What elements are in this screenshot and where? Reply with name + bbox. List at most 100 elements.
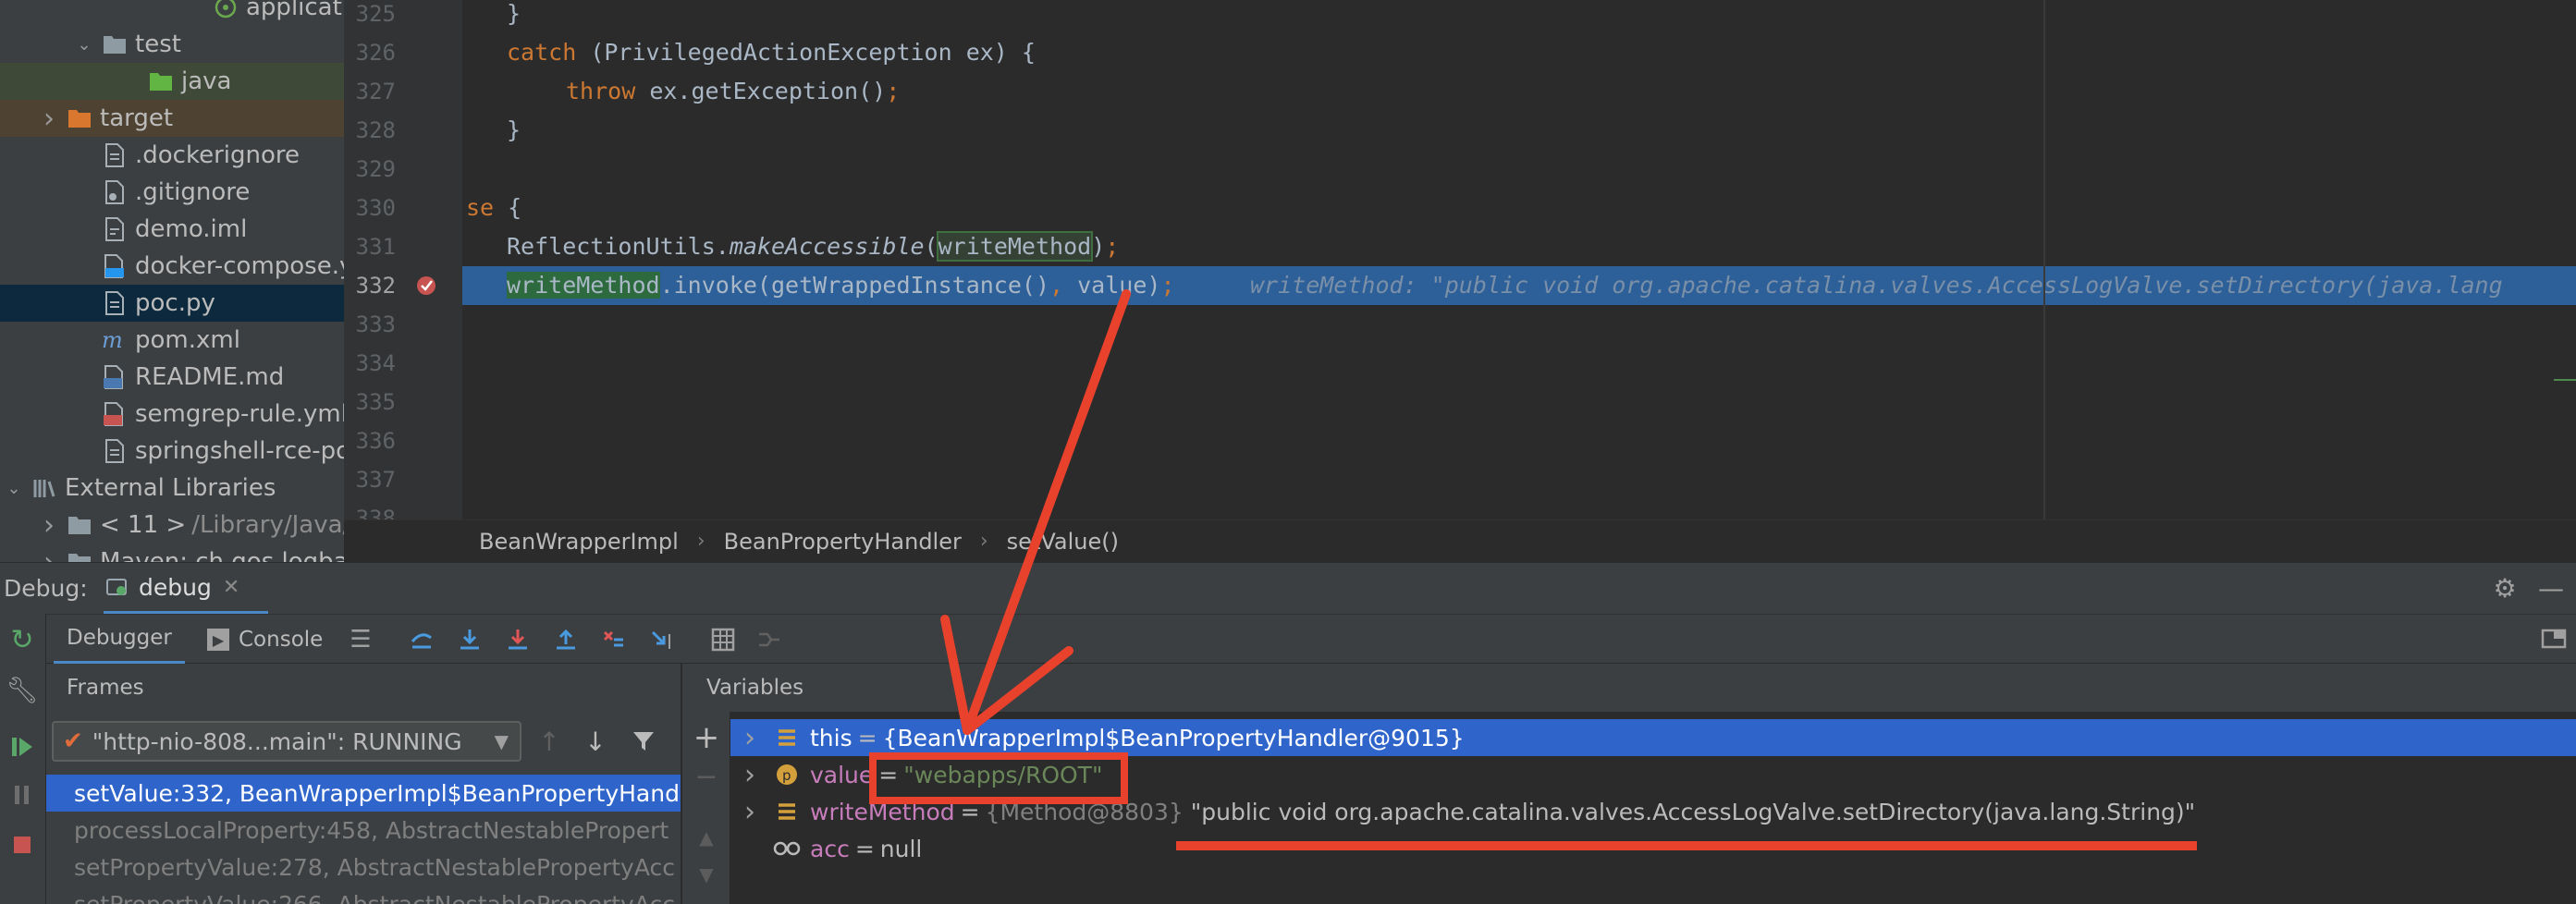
- chevron-right-icon[interactable]: ›: [39, 509, 59, 542]
- code-line[interactable]: [462, 344, 2576, 383]
- move-up-icon[interactable]: ▲: [690, 821, 723, 854]
- code-text: catch (PrivilegedActionException ex) {: [507, 39, 1036, 66]
- tree-item[interactable]: .gitignore: [0, 174, 344, 211]
- editor-gutter[interactable]: 325 326 327 328 329 330 331 332 333 334 335 336 337 3…: [344, 0, 462, 531]
- tree-item[interactable]: java: [0, 63, 344, 100]
- chevron-down-icon[interactable]: ⌄: [74, 34, 94, 55]
- tree-item[interactable]: › Maven: ch.qos.logba: [0, 544, 344, 562]
- tree-item[interactable]: README.md: [0, 359, 344, 396]
- move-down-icon[interactable]: ▼: [690, 858, 723, 891]
- close-icon[interactable]: ✕: [223, 576, 239, 599]
- code-line[interactable]: se {: [462, 189, 2576, 227]
- chevron-right-icon[interactable]: ›: [738, 722, 762, 754]
- code-line[interactable]: [462, 460, 2576, 499]
- stop-icon[interactable]: [4, 826, 41, 863]
- code-line[interactable]: ReflectionUtils.makeAccessible(writeMeth…: [462, 227, 2576, 266]
- code-line[interactable]: [462, 305, 2576, 344]
- tree-item[interactable]: docker-compose.yml: [0, 248, 344, 285]
- right-margin-guide: [2043, 0, 2045, 519]
- line-number: 328: [355, 117, 396, 143]
- chevron-right-icon[interactable]: ›: [738, 759, 762, 791]
- remove-watch-icon[interactable]: −: [690, 760, 723, 793]
- frame-item[interactable]: setPropertyValue:266, AbstractNestablePr…: [46, 886, 681, 904]
- restore-layout-icon[interactable]: [2535, 621, 2572, 658]
- frame-item[interactable]: setValue:332, BeanWrapperImpl$BeanProper…: [46, 775, 681, 812]
- frame-item[interactable]: setPropertyValue:278, AbstractNestablePr…: [46, 849, 681, 886]
- code-line[interactable]: }: [462, 0, 2576, 33]
- code-line[interactable]: [462, 421, 2576, 460]
- resume-program-icon[interactable]: [4, 728, 41, 765]
- debug-title: Debug:: [4, 575, 88, 602]
- previous-frame-icon[interactable]: ↑: [533, 725, 566, 758]
- filter-icon[interactable]: [627, 725, 660, 758]
- docker-compose-icon: [102, 253, 128, 279]
- evaluate-expression-icon[interactable]: [705, 621, 742, 658]
- execution-line[interactable]: writeMethod.invoke(getWrappedInstance(),…: [462, 266, 2576, 305]
- frame-item[interactable]: processLocalProperty:458, AbstractNestab…: [46, 812, 681, 849]
- project-tree: application.p ⌄ testjava › target .dockerigno…: [0, 0, 344, 562]
- chevron-right-icon[interactable]: ›: [738, 796, 762, 828]
- tree-item-label: < 11 >: [100, 511, 187, 539]
- chevron-right-icon[interactable]: ›: [39, 546, 59, 563]
- code-line[interactable]: throw ex.getException();: [462, 72, 2576, 111]
- tab-debugger-label: Debugger: [67, 626, 172, 650]
- step-into-icon[interactable]: [499, 621, 536, 658]
- variable-type: {BeanWrapperImpl$BeanPropertyHandler@901…: [882, 724, 1465, 751]
- tree-item[interactable]: poc.py: [0, 285, 344, 322]
- tab-console-label: Console: [239, 628, 324, 652]
- tree-item[interactable]: demo.iml: [0, 211, 344, 248]
- minimize-icon[interactable]: —: [2537, 573, 2565, 604]
- tree-item[interactable]: springshell-rce-poc-: [0, 433, 344, 470]
- breadcrumb: BeanWrapperImpl › BeanPropertyHandler › …: [344, 519, 2576, 562]
- debug-config-tab[interactable]: debug ✕: [104, 563, 268, 615]
- wrench-icon[interactable]: 🔧︎: [4, 671, 41, 708]
- tree-item-label: External Libraries: [65, 474, 276, 502]
- layout-menu-icon[interactable]: ☰: [342, 621, 379, 658]
- code-line[interactable]: [462, 499, 2576, 519]
- variable-row[interactable]: › this = {BeanWrapperImpl$BeanPropertyHandl…: [730, 719, 2576, 756]
- jdk-folder-icon: [67, 512, 92, 538]
- tree-item[interactable]: semgrep-rule.yml: [0, 396, 344, 433]
- tree-item[interactable]: › target: [0, 100, 344, 137]
- tree-item[interactable]: ⌄ test: [0, 26, 344, 63]
- yaml-icon: [102, 401, 128, 427]
- tab-console[interactable]: ▶ Console: [207, 615, 346, 665]
- trace-current-stream-icon[interactable]: [751, 621, 788, 658]
- breadcrumb-separator-icon: ›: [979, 530, 988, 553]
- run-to-cursor-icon[interactable]: [644, 621, 681, 658]
- breadcrumb-class[interactable]: BeanWrapperImpl: [479, 529, 679, 555]
- thread-selector[interactable]: ✔ "http-nio-808...main": RUNNING ▼: [52, 721, 521, 762]
- pause-program-icon[interactable]: [4, 776, 41, 813]
- tree-item-label: springshell-rce-poc-: [135, 437, 344, 465]
- chevron-down-icon[interactable]: ⌄: [4, 478, 24, 498]
- tree-item[interactable]: › < 11 >/Library/Java/J: [0, 507, 344, 544]
- breakpoint-icon[interactable]: [414, 274, 438, 298]
- step-out-icon[interactable]: [547, 621, 584, 658]
- chevron-right-icon[interactable]: ›: [39, 103, 59, 135]
- code-line[interactable]: catch (PrivilegedActionException ex) {: [462, 33, 2576, 72]
- add-watch-icon[interactable]: +: [690, 719, 723, 756]
- tree-item-path: /Library/Java/J: [191, 511, 344, 539]
- folder-icon: [102, 31, 128, 57]
- tree-item[interactable]: m pom.xml: [0, 322, 344, 359]
- code-editor[interactable]: } catch (PrivilegedActionException ex) { t…: [462, 0, 2576, 519]
- tab-debugger[interactable]: Debugger: [54, 615, 185, 665]
- step-over-icon[interactable]: [451, 621, 488, 658]
- file-icon: [102, 290, 128, 316]
- drop-frame-icon[interactable]: [595, 621, 632, 658]
- code-line[interactable]: [462, 150, 2576, 189]
- iml-file-icon: [102, 216, 128, 242]
- libraries-icon: [31, 475, 57, 501]
- tree-item[interactable]: .dockerignore: [0, 137, 344, 174]
- tree-item[interactable]: application.p: [0, 0, 344, 26]
- show-execution-point-icon[interactable]: [403, 621, 440, 658]
- breadcrumb-method[interactable]: setValue(): [1007, 529, 1119, 555]
- gear-icon[interactable]: ⚙: [2491, 573, 2519, 604]
- code-line[interactable]: [462, 383, 2576, 421]
- breadcrumb-inner-class[interactable]: BeanPropertyHandler: [724, 529, 962, 555]
- tree-item[interactable]: ⌄ External Libraries: [0, 470, 344, 507]
- parameter-icon: p: [773, 761, 801, 788]
- rerun-icon[interactable]: ↻: [4, 621, 41, 658]
- code-line[interactable]: }: [462, 111, 2576, 150]
- next-frame-icon[interactable]: ↓: [579, 725, 612, 758]
